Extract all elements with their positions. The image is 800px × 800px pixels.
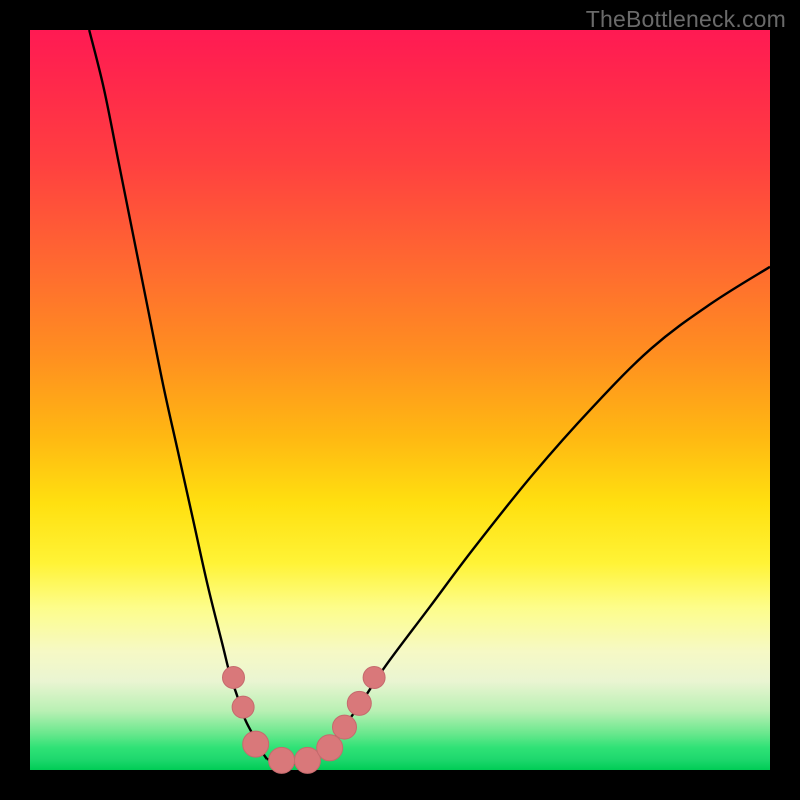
- data-marker: [243, 731, 269, 757]
- marker-group: [223, 667, 386, 774]
- data-marker: [333, 715, 357, 739]
- data-marker: [295, 747, 321, 773]
- data-marker: [347, 691, 371, 715]
- data-marker: [317, 735, 343, 761]
- plot-area: [30, 30, 770, 770]
- curve-left-branch: [89, 30, 267, 759]
- curve-layer: [30, 30, 770, 770]
- chart-frame: TheBottleneck.com: [0, 0, 800, 800]
- watermark-text: TheBottleneck.com: [586, 6, 786, 33]
- data-marker: [363, 667, 385, 689]
- data-marker: [232, 696, 254, 718]
- data-marker: [269, 747, 295, 773]
- data-marker: [223, 667, 245, 689]
